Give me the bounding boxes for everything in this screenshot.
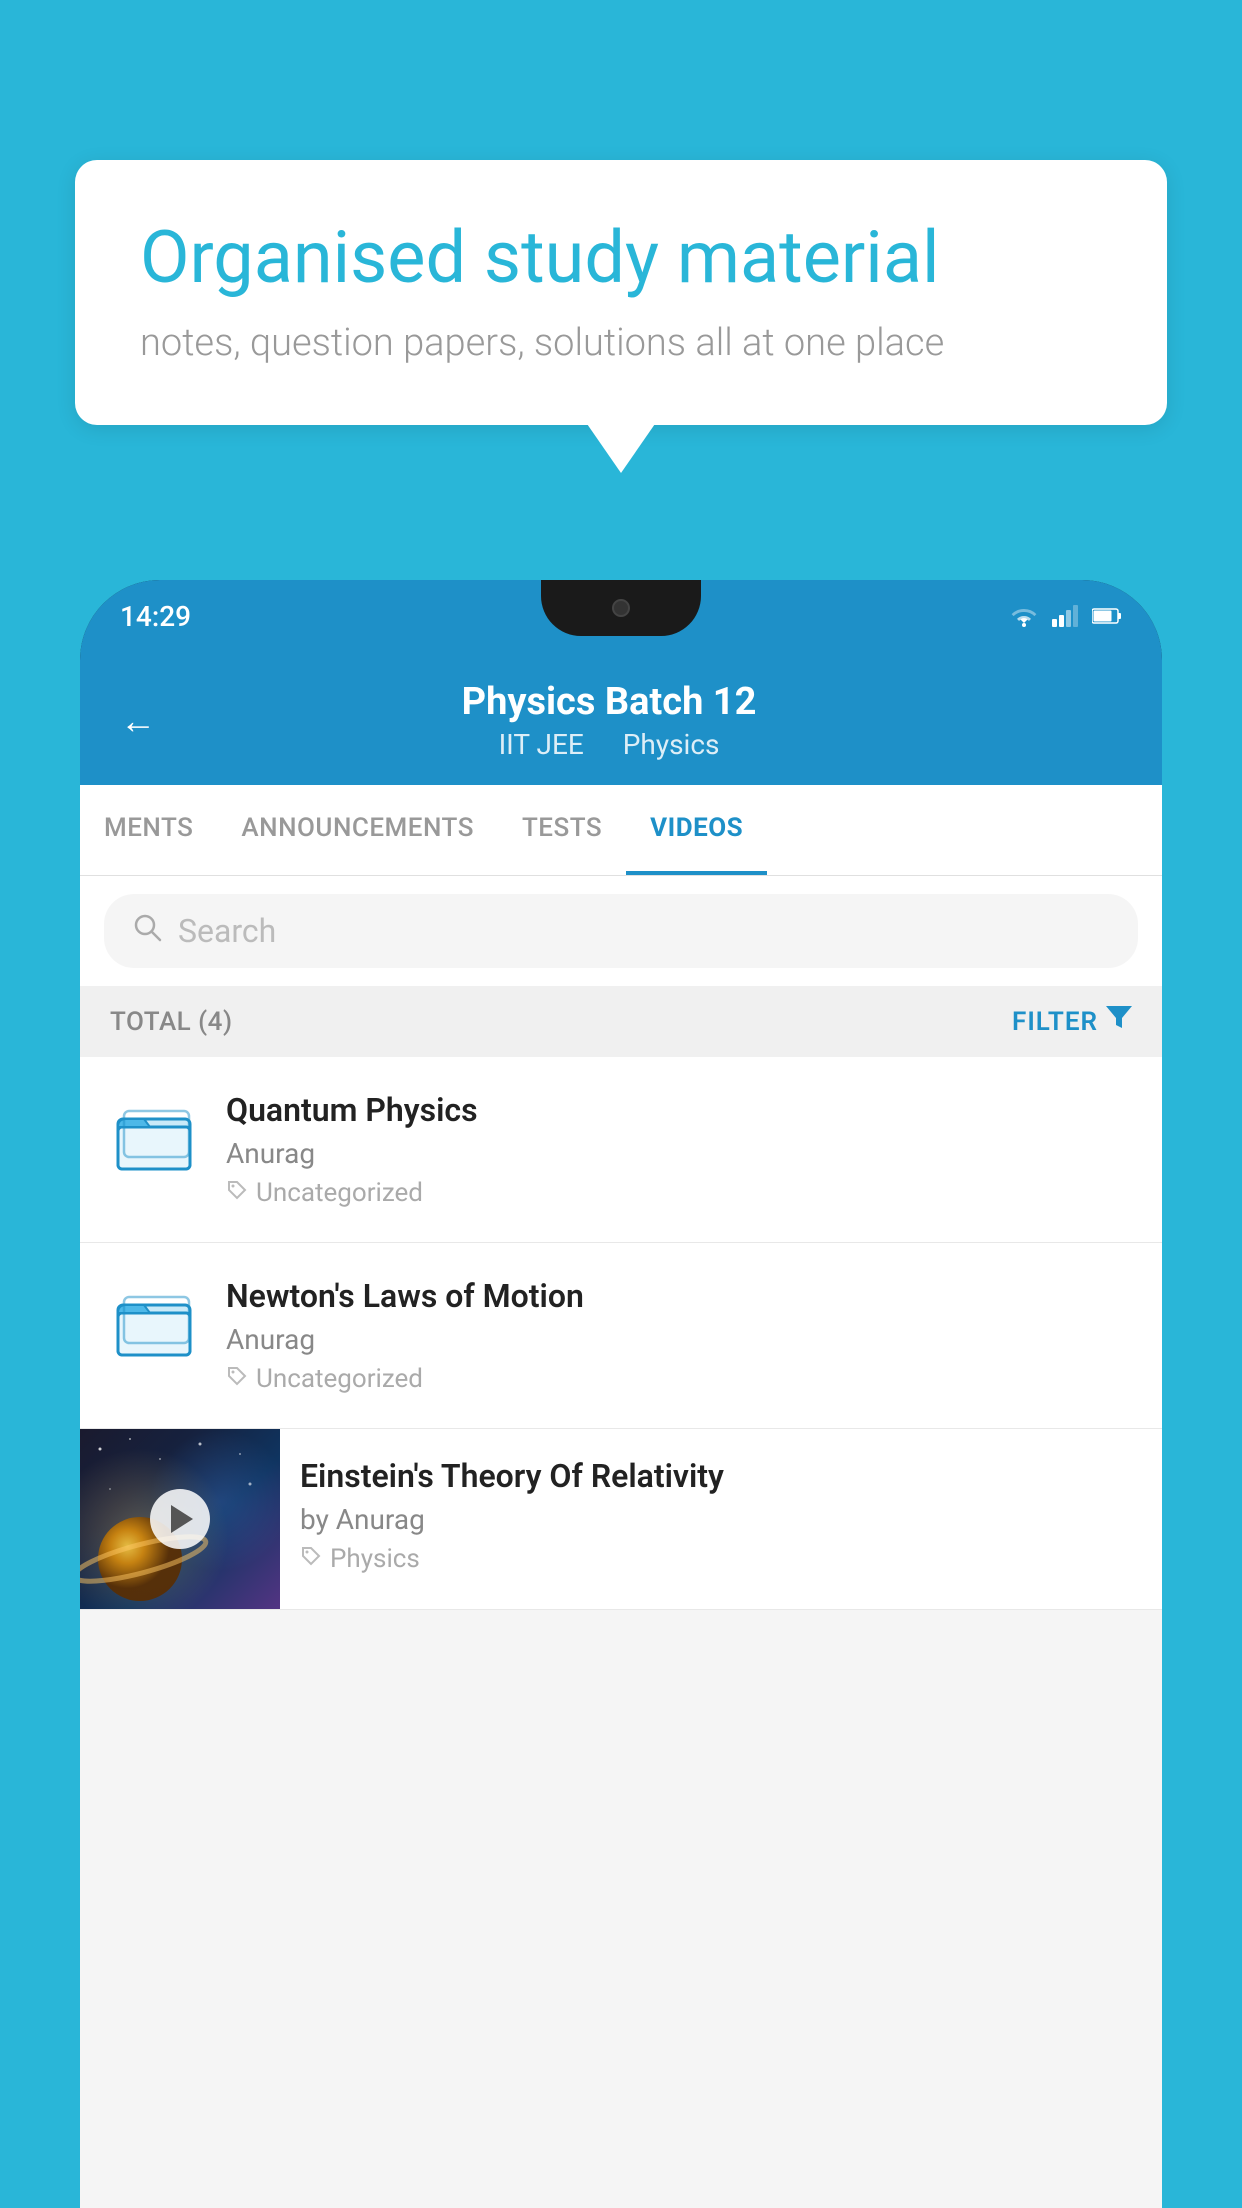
video-thumbnail <box>80 1429 280 1609</box>
back-button[interactable]: ← <box>120 700 156 742</box>
video-author: by Anurag <box>300 1503 1142 1536</box>
search-box[interactable]: Search <box>104 894 1138 968</box>
search-container: Search <box>80 876 1162 986</box>
folder-icon <box>114 1283 194 1367</box>
header-subtitle-part1: IIT JEE <box>499 728 584 761</box>
video-author: Anurag <box>226 1323 1132 1356</box>
list-item[interactable]: Newton's Laws of Motion Anurag Uncategor… <box>80 1243 1162 1429</box>
camera-dot <box>612 599 630 617</box>
filter-label: FILTER <box>1012 1007 1098 1037</box>
search-placeholder: Search <box>178 912 276 950</box>
notch <box>541 580 701 636</box>
status-time: 14:29 <box>120 600 191 633</box>
header-subtitle-part2: Physics <box>623 728 720 761</box>
play-button[interactable] <box>150 1489 210 1549</box>
speech-bubble: Organised study material notes, question… <box>75 160 1167 425</box>
bubble-title: Organised study material <box>140 215 1102 301</box>
tag-icon <box>226 1178 248 1208</box>
folder-thumb <box>110 1091 198 1187</box>
total-count: TOTAL (4) <box>110 1007 233 1037</box>
signal-icon <box>1052 605 1078 627</box>
phone-frame: 14:29 <box>80 580 1162 2208</box>
tab-videos[interactable]: VIDEOS <box>626 785 767 875</box>
video-title: Einstein's Theory Of Relativity <box>300 1457 1142 1495</box>
phone-content: Search TOTAL (4) FILTER <box>80 876 1162 2208</box>
video-info: Newton's Laws of Motion Anurag Uncategor… <box>226 1277 1132 1394</box>
status-icons <box>1010 605 1122 627</box>
folder-thumb <box>110 1277 198 1373</box>
video-info: Einstein's Theory Of Relativity by Anura… <box>280 1429 1162 1602</box>
tab-tests[interactable]: TESTS <box>498 785 626 875</box>
tabs-bar: MENTS ANNOUNCEMENTS TESTS VIDEOS <box>80 785 1162 876</box>
video-info: Quantum Physics Anurag Uncategorized <box>226 1091 1132 1208</box>
tag-icon <box>226 1364 248 1394</box>
video-tag: Uncategorized <box>226 1178 1132 1208</box>
list-item[interactable]: Quantum Physics Anurag Uncategorized <box>80 1057 1162 1243</box>
video-tag: Physics <box>300 1544 1142 1574</box>
app-header: ← Physics Batch 12 IIT JEE Physics <box>80 652 1162 785</box>
video-list: Quantum Physics Anurag Uncategorized <box>80 1057 1162 1610</box>
search-icon <box>132 912 162 950</box>
list-item[interactable]: Einstein's Theory Of Relativity by Anura… <box>80 1429 1162 1610</box>
header-title: Physics Batch 12 <box>186 680 1032 724</box>
play-triangle-icon <box>171 1505 193 1533</box>
bubble-subtitle: notes, question papers, solutions all at… <box>140 321 1102 365</box>
video-tag: Uncategorized <box>226 1364 1132 1394</box>
battery-icon <box>1092 607 1122 625</box>
status-bar: 14:29 <box>80 580 1162 652</box>
tab-announcements[interactable]: ANNOUNCEMENTS <box>217 785 498 875</box>
video-title: Quantum Physics <box>226 1091 1132 1129</box>
wifi-icon <box>1010 605 1038 627</box>
tag-label: Uncategorized <box>256 1364 423 1394</box>
tag-label: Physics <box>330 1544 420 1574</box>
filter-row: TOTAL (4) FILTER <box>80 986 1162 1057</box>
tag-icon <box>300 1544 322 1574</box>
tag-label: Uncategorized <box>256 1178 423 1208</box>
filter-button[interactable]: FILTER <box>1012 1006 1132 1037</box>
video-author: Anurag <box>226 1137 1132 1170</box>
header-center: Physics Batch 12 IIT JEE Physics <box>186 680 1032 761</box>
filter-icon <box>1106 1006 1132 1037</box>
tab-ments[interactable]: MENTS <box>80 785 217 875</box>
video-title: Newton's Laws of Motion <box>226 1277 1132 1315</box>
header-subtitle: IIT JEE Physics <box>186 728 1032 761</box>
folder-icon <box>114 1097 194 1181</box>
